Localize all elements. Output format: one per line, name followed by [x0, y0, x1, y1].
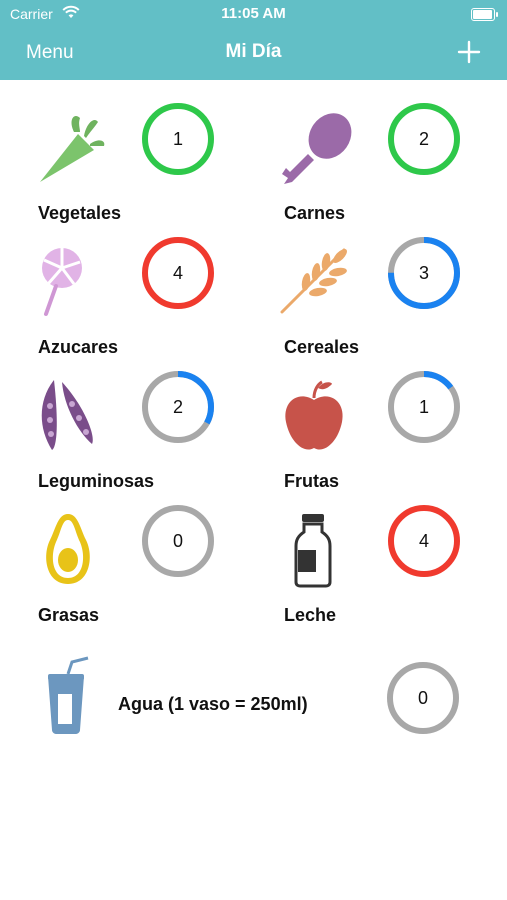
status-time: 11:05 AM [221, 5, 286, 22]
food-item-leguminosas[interactable]: 2 Leguminosas [34, 371, 287, 510]
pea-pod-icon [41, 380, 93, 450]
count-value: 1 [172, 129, 183, 149]
food-label: Vegetales [38, 203, 122, 223]
count-value: 4 [172, 263, 183, 283]
milk-bottle-icon [294, 514, 332, 588]
food-item-vegetales[interactable]: 1 Vegetales [34, 103, 287, 242]
food-label: Leche [284, 605, 337, 625]
count-ring[interactable]: 1 [138, 99, 218, 179]
count-ring[interactable]: 0 [138, 501, 218, 581]
food-item-grasas[interactable]: 0 Grasas [34, 505, 287, 644]
carrot-icon [40, 115, 105, 182]
agua-label: Agua (1 vaso = 250ml) [118, 694, 308, 714]
count-ring[interactable]: 3 [384, 233, 464, 313]
count-value: 0 [417, 688, 428, 708]
food-item-leche[interactable]: 4 Leche [278, 505, 507, 644]
count-value: 2 [172, 397, 183, 417]
count-value: 4 [418, 531, 429, 551]
count-value: 1 [418, 397, 429, 417]
apple-icon [285, 380, 343, 450]
page-title: Mi Día [225, 41, 282, 62]
food-item-carnes[interactable]: 2 Carnes [278, 103, 507, 242]
cup-icon [48, 656, 89, 734]
wheat-icon [280, 248, 347, 314]
count-value: 2 [418, 129, 429, 149]
food-item-azucares[interactable]: 4 Azucares [34, 237, 287, 376]
avocado-icon [46, 514, 90, 584]
count-ring[interactable]: 2 [384, 99, 464, 179]
navigation-bar: Carrier 11:05 AM Menu Mi Día [0, 0, 507, 80]
count-ring[interactable]: 2 [138, 367, 218, 447]
battery-icon [471, 8, 498, 21]
food-label: Carnes [284, 203, 346, 223]
plus-icon[interactable] [457, 40, 481, 64]
food-label: Grasas [38, 605, 100, 625]
count-ring[interactable]: 0 [383, 658, 463, 738]
food-label: Cereales [284, 337, 360, 357]
drumstick-icon [282, 113, 352, 184]
count-ring[interactable]: 4 [138, 233, 218, 313]
count-ring[interactable]: 4 [384, 501, 464, 581]
lollipop-icon [42, 248, 82, 316]
count-ring[interactable]: 1 [384, 367, 464, 447]
status-bar: Carrier 11:05 AM [0, 0, 507, 28]
food-item-frutas[interactable]: 1 Frutas [278, 371, 507, 510]
count-value: 0 [172, 531, 183, 551]
count-value: 3 [418, 263, 429, 283]
food-item-cereales[interactable]: 3 Cereales [278, 237, 507, 376]
food-label: Azucares [38, 337, 119, 357]
food-label: Leguminosas [38, 471, 155, 491]
food-label: Frutas [284, 471, 340, 491]
